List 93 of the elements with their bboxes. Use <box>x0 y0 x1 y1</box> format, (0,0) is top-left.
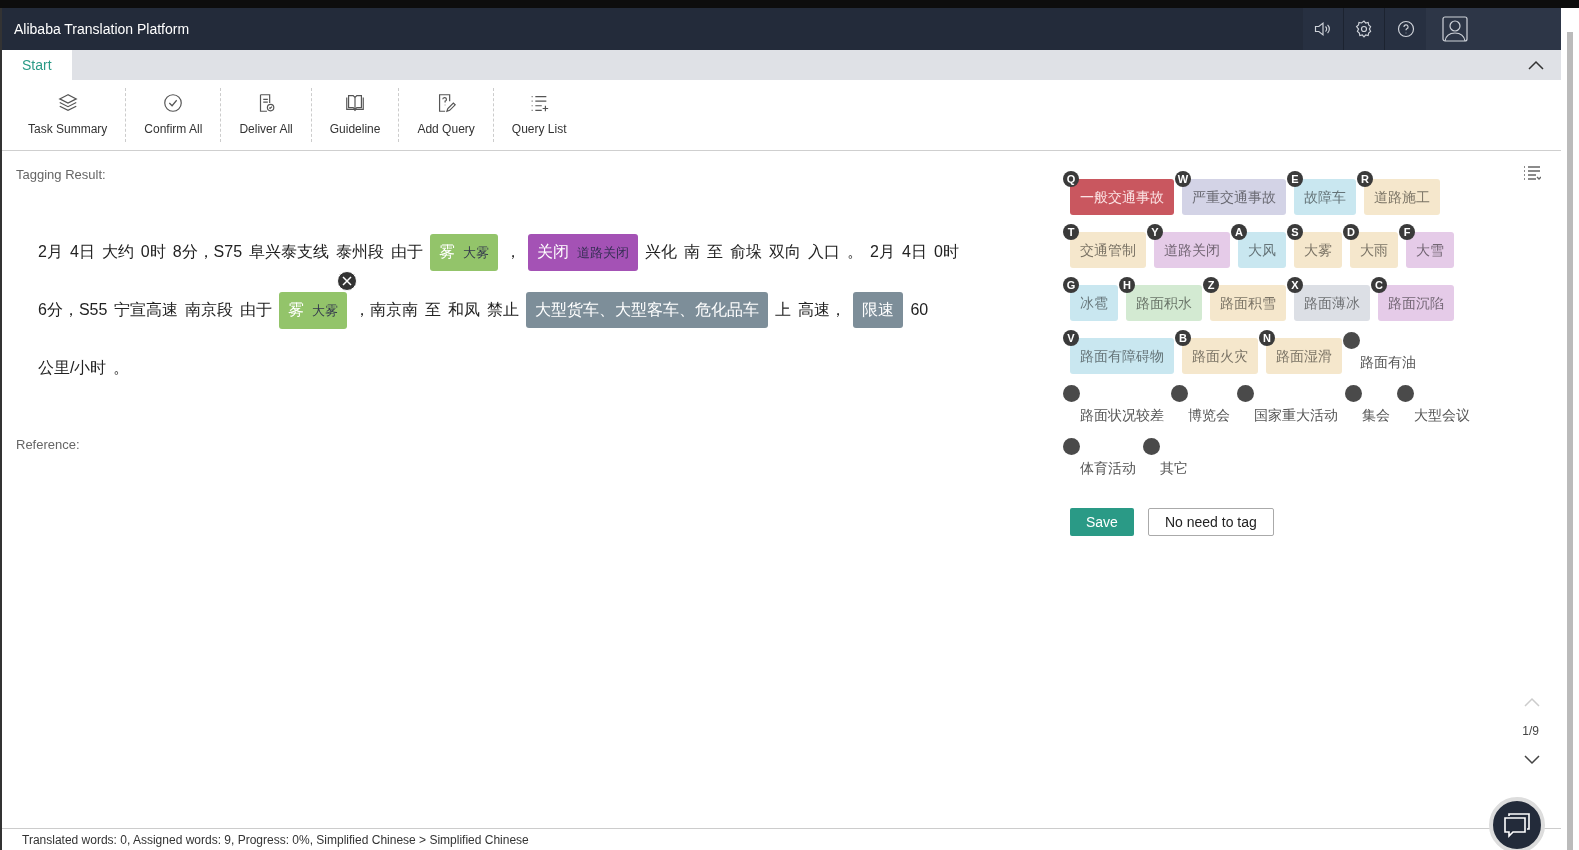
sentence-word: 0时 <box>140 242 166 260</box>
sentence-word: 。 <box>113 358 130 376</box>
page-counter: 1/9 <box>1522 723 1540 740</box>
shortcut-key: D <box>1343 224 1359 240</box>
shortcut-key: T <box>1063 224 1079 240</box>
shortcut-key: S <box>1287 224 1303 240</box>
shortcut-key: E <box>1287 171 1303 187</box>
entity-tag[interactable]: 雾 大雾 <box>279 291 348 329</box>
layers-icon <box>56 92 79 114</box>
help-icon[interactable] <box>1385 8 1426 50</box>
no-tag-button[interactable]: No need to tag <box>1147 508 1274 536</box>
tag-label: 道路关闭 <box>577 243 630 262</box>
toolbar-button[interactable]: Guideline <box>311 88 399 142</box>
sentence-word: ，南京南 <box>354 300 419 318</box>
tag-label: 大雾 <box>312 301 339 320</box>
sentence-word: 双向 <box>769 242 802 260</box>
sentence-word: 南 <box>684 242 701 260</box>
sentence-word: 0时 <box>933 242 959 260</box>
sentence-word: ， <box>505 242 522 260</box>
shortcut-key: X <box>1287 277 1303 293</box>
tab[interactable]: Start <box>2 50 72 80</box>
check-circle-icon <box>162 92 185 114</box>
tag-label: 大雾 <box>463 243 490 262</box>
shortcut-key: V <box>1063 330 1079 346</box>
toolbar-button[interactable]: Query List <box>493 88 585 142</box>
sentence-word: 4日 <box>69 242 95 260</box>
chat-button[interactable] <box>1489 797 1545 850</box>
sentence-word: 阜兴泰支线 <box>249 242 330 260</box>
shortcut-key: F <box>1399 224 1415 240</box>
shortcut-key: Y <box>1147 224 1163 240</box>
shortcut-key: C <box>1371 277 1387 293</box>
sentence-word: 俞垛 <box>730 242 763 260</box>
status-text: Translated words: 0, Assigned words: 9, Progress: 0%, Simplified Chinese > Simplified Chinese <box>22 831 529 849</box>
sentence-word: 由于 <box>391 242 424 260</box>
tag-option[interactable]: 路面有油 <box>1350 338 1422 374</box>
sentence-word: 。 <box>847 242 864 260</box>
sentence-word: 4日 <box>902 242 927 260</box>
shortcut-key: H <box>1119 277 1135 293</box>
tag-option[interactable]: 大型会议 <box>1404 391 1476 427</box>
shortcut-key: N <box>1259 330 1275 346</box>
sentence-word: 宁宣高速 <box>114 300 179 318</box>
sentence-word: 60 <box>910 300 929 318</box>
list-settings-icon[interactable] <box>1523 165 1541 181</box>
shortcut-key: G <box>1063 277 1079 293</box>
tag-option[interactable]: 国家重大活动 <box>1244 391 1344 427</box>
sentence-word: 南京段 <box>185 300 234 318</box>
sentence-word: 至 <box>707 242 724 260</box>
sentence-word: 高速， <box>798 300 847 318</box>
settings-icon[interactable] <box>1344 8 1385 50</box>
sentence-word: 由于 <box>240 300 273 318</box>
collapse-chevron-icon[interactable] <box>1527 59 1545 71</box>
sentence-word: 2月 <box>870 242 895 260</box>
tag-option[interactable]: 博览会 <box>1178 391 1236 427</box>
window-title: Alibaba Translation Platform <box>13 19 190 39</box>
shortcut-key: W <box>1175 171 1191 187</box>
shortcut-key: B <box>1175 330 1191 346</box>
sentence-word: 入口 <box>808 242 841 260</box>
book-icon <box>344 92 367 114</box>
sentence-word: 公里/小时 <box>38 358 107 376</box>
next-chevron-icon[interactable] <box>1523 754 1541 766</box>
sentence-word: 6分，S55 <box>38 300 108 318</box>
sentence-word: 兴化 <box>645 242 678 260</box>
save-button[interactable]: Save <box>1070 508 1134 536</box>
sentence-word: 至 <box>425 300 442 318</box>
toolbar-button[interactable]: Confirm All <box>126 88 221 142</box>
section-label: Reference: <box>16 435 81 454</box>
entity-tag[interactable]: 限速 <box>853 291 904 328</box>
tag-option[interactable]: 体育活动 <box>1070 444 1142 480</box>
sentence-word: 泰州段 <box>336 242 385 260</box>
sentence-word: 和凤 <box>448 300 481 318</box>
toolbar-button[interactable]: Task Summary <box>10 88 126 142</box>
close-icon[interactable] <box>337 270 358 291</box>
tag-option[interactable]: 集会 <box>1352 391 1396 427</box>
entity-tag[interactable]: 雾 大雾 <box>430 233 499 271</box>
entity-tag[interactable]: 关闭 道路关闭 <box>528 233 639 271</box>
sentence-word: 禁止 <box>487 300 520 318</box>
tag-option[interactable]: 其它 <box>1150 444 1194 480</box>
section-label: Tagging Result: <box>16 166 107 184</box>
avatar-icon[interactable] <box>1442 16 1468 42</box>
sentence-word: 大约 <box>101 242 134 260</box>
entity-tag[interactable]: 大型货车、大型客车、危化品车 <box>526 291 769 328</box>
toolbar-button[interactable]: Deliver All <box>221 88 311 142</box>
shortcut-key: A <box>1231 224 1247 240</box>
sentence-word: 上 <box>775 300 792 318</box>
shortcut-key: R <box>1357 171 1373 187</box>
speaker-icon[interactable] <box>1303 8 1344 50</box>
sentence-word: 2月 <box>38 242 63 260</box>
shortcut-key: Z <box>1203 277 1219 293</box>
sentence-word: 8分，S75 <box>172 242 243 260</box>
tag-option[interactable]: 路面状况较差 <box>1070 391 1170 427</box>
shortcut-key: Q <box>1063 171 1079 187</box>
toolbar-button[interactable]: Add Query <box>399 88 493 142</box>
chat-icon <box>1503 812 1531 838</box>
